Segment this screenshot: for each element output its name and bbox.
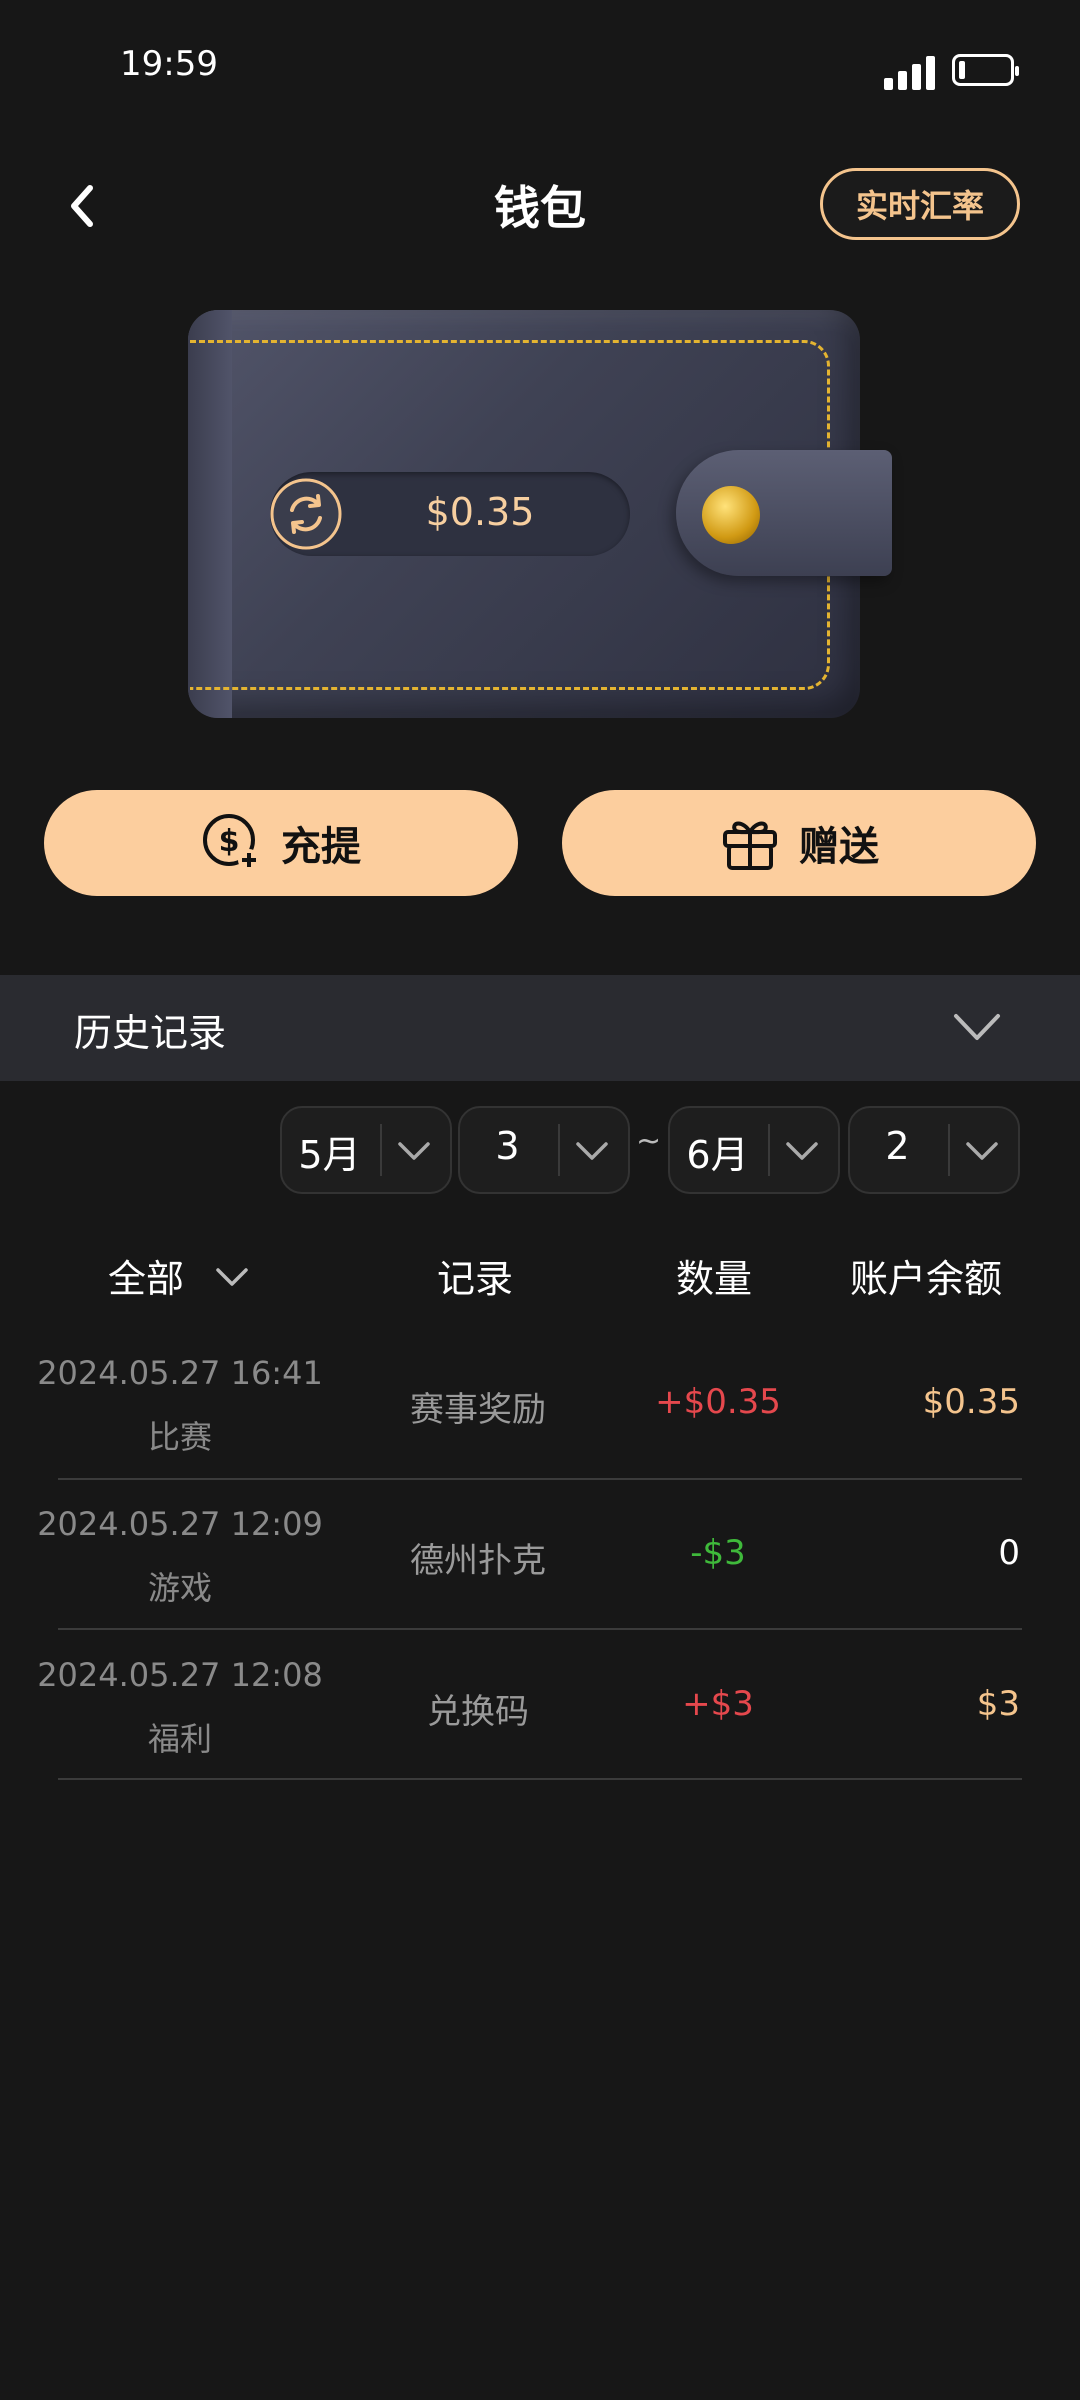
row-record: 德州扑克 — [410, 1541, 546, 1581]
column-header-balance: 账户余额 — [850, 1257, 1003, 1301]
row-datetime: 2024.05.27 12:08 — [37, 1656, 323, 1694]
start-month-value: 5月 — [298, 1133, 361, 1177]
row-datetime: 2024.05.27 16:41 — [37, 1354, 323, 1392]
column-header-amount: 数量 — [676, 1257, 753, 1301]
start-day-value: 3 — [495, 1124, 520, 1168]
chevron-down-icon[interactable] — [212, 1262, 252, 1292]
end-day-value: 2 — [885, 1124, 910, 1168]
row-category: 比赛 — [147, 1418, 212, 1456]
wallet-snap-button — [702, 486, 760, 544]
row-category: 游戏 — [147, 1569, 212, 1607]
row-record: 兑换码 — [427, 1692, 529, 1732]
chevron-down-icon — [954, 1014, 1000, 1040]
row-amount: -$3 — [690, 1533, 746, 1573]
exchange-rate-button[interactable]: 实时汇率 — [820, 168, 1020, 240]
row-amount: +$0.35 — [655, 1382, 781, 1422]
row-divider — [58, 1478, 1022, 1480]
date-range-separator: ~ — [636, 1124, 662, 1159]
status-time: 19:59 — [120, 44, 218, 84]
row-category: 福利 — [147, 1720, 212, 1758]
gift-button[interactable]: 赠送 — [562, 790, 1036, 896]
chevron-down-icon — [786, 1142, 818, 1160]
row-balance: 0 — [998, 1533, 1020, 1573]
row-datetime: 2024.05.27 12:09 — [37, 1505, 323, 1543]
end-day-select[interactable]: 2 — [848, 1106, 1020, 1194]
filter-label: 全部 — [108, 1257, 185, 1301]
row-divider — [58, 1628, 1022, 1630]
row-record: 赛事奖励 — [410, 1390, 546, 1430]
chevron-down-icon — [576, 1142, 608, 1160]
topup-label: 充提 — [281, 824, 361, 870]
wallet-balance: $0.35 — [425, 490, 535, 534]
row-amount: +$3 — [682, 1684, 754, 1724]
history-label: 历史记录 — [74, 1011, 227, 1055]
chevron-down-icon — [966, 1142, 998, 1160]
filter-dropdown[interactable]: 全部 — [108, 1248, 184, 1303]
row-balance: $3 — [976, 1684, 1020, 1724]
row-balance: $0.35 — [922, 1382, 1020, 1422]
start-day-select[interactable]: 3 — [458, 1106, 630, 1194]
end-month-select[interactable]: 6月 — [668, 1106, 840, 1194]
end-month-value: 6月 — [686, 1133, 749, 1177]
gift-icon — [723, 821, 777, 870]
row-divider — [58, 1778, 1022, 1780]
dollar-plus-icon: $ — [203, 814, 260, 871]
refresh-icon[interactable] — [268, 476, 344, 552]
battery-icon — [952, 54, 1019, 86]
chevron-down-icon — [398, 1142, 430, 1160]
column-header-record: 记录 — [437, 1257, 514, 1301]
start-month-select[interactable]: 5月 — [280, 1106, 452, 1194]
topup-withdraw-button[interactable]: $ 充提 — [44, 790, 518, 896]
signal-icon — [884, 56, 936, 90]
svg-text:$: $ — [219, 824, 240, 859]
gift-label: 赠送 — [799, 824, 879, 870]
